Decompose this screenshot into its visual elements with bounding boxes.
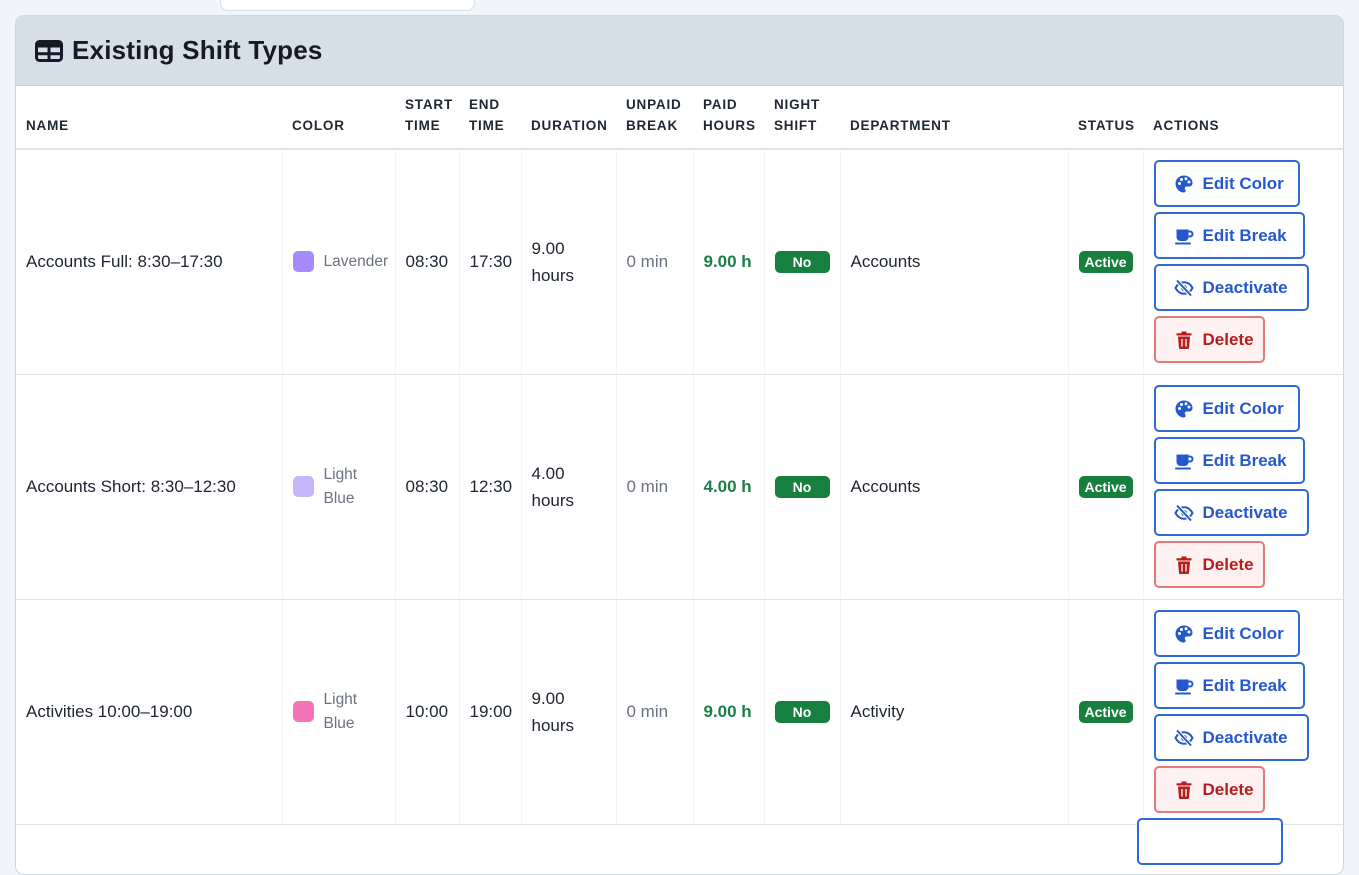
- palette-icon: [1175, 625, 1192, 642]
- edit-break-button[interactable]: Edit Break: [1153, 662, 1305, 709]
- deactivate-button[interactable]: Deactivate: [1153, 489, 1309, 536]
- duration: 9.00 hours: [521, 599, 617, 825]
- table-icon: [35, 39, 63, 62]
- department: Accounts: [840, 149, 1069, 375]
- unpaid-break: 0 min: [616, 149, 694, 375]
- col-name[interactable]: NAME: [16, 86, 282, 150]
- department: Activity: [840, 599, 1069, 825]
- edit-color-button[interactable]: Edit Color: [1153, 610, 1300, 657]
- night-shift-badge: No: [774, 250, 830, 273]
- night-shift-cell: No: [764, 374, 841, 600]
- edit-color-button[interactable]: Edit Color: [1153, 160, 1300, 208]
- color-cell: Light Blue: [282, 599, 396, 825]
- paid-hours: 9.00 h: [693, 599, 765, 825]
- delete-button[interactable]: Delete: [1153, 541, 1265, 588]
- start-time: 10:00: [395, 599, 460, 825]
- col-night-shift[interactable]: NIGHT SHIFT: [764, 86, 840, 150]
- trash-icon: [1176, 331, 1191, 349]
- status-cell: Active: [1068, 599, 1144, 825]
- col-department[interactable]: DEPARTMENT: [840, 86, 1068, 150]
- col-status[interactable]: STATUS: [1068, 86, 1143, 150]
- trash-icon: [1176, 556, 1191, 574]
- card-header: Existing Shift Types: [16, 16, 1343, 86]
- actions-cell: Edit Color Edit Break Deactivate Delete: [1143, 599, 1343, 825]
- paid-hours: 9.00 h: [693, 149, 765, 375]
- table-row: Accounts Full: 8:30–17:30 Lavender 08:30…: [16, 149, 1343, 375]
- eye-slash-icon: [1173, 728, 1194, 747]
- end-time: 17:30: [459, 149, 522, 375]
- night-shift-badge: No: [774, 700, 830, 723]
- status-cell: Active: [1068, 149, 1144, 375]
- top-tab-fragment: [220, 0, 475, 11]
- col-duration[interactable]: DURATION: [521, 86, 616, 150]
- shift-name: Activities 10:00–19:00: [16, 599, 283, 825]
- actions-cell: Edit Color Edit Break Deactivate Delete: [1143, 374, 1343, 600]
- shift-name: Accounts Short: 8:30–12:30: [16, 374, 283, 600]
- deactivate-button[interactable]: Deactivate: [1153, 264, 1309, 312]
- palette-icon: [1175, 400, 1192, 417]
- start-time: 08:30: [395, 149, 460, 375]
- edit-break-button[interactable]: Edit Break: [1153, 212, 1305, 260]
- coffee-cup-icon: [1174, 454, 1193, 469]
- night-shift-badge: No: [774, 475, 830, 498]
- table-row: Accounts Short: 8:30–12:30 Light Blue 08:…: [16, 374, 1343, 600]
- color-cell: Lavender: [282, 149, 396, 375]
- delete-button[interactable]: Delete: [1153, 316, 1265, 364]
- color-swatch: [292, 701, 314, 722]
- shift-types-table: NAME COLOR START TIME END TIME DURATION UN…: [16, 86, 1343, 825]
- unpaid-break: 0 min: [616, 599, 694, 825]
- color-name: Light Blue: [323, 465, 358, 507]
- col-unpaid-break[interactable]: UNPAID BREAK: [616, 86, 693, 150]
- color-swatch: [292, 476, 314, 497]
- edit-break-button[interactable]: Edit Break: [1153, 437, 1305, 484]
- color-swatch: [292, 251, 314, 273]
- status-badge: Active: [1078, 250, 1133, 273]
- coffee-cup-icon: [1174, 229, 1193, 245]
- edit-color-button-partial[interactable]: [1137, 818, 1283, 865]
- color-cell: Light Blue: [282, 374, 396, 600]
- end-time: 19:00: [459, 599, 522, 825]
- coffee-cup-icon: [1174, 679, 1193, 694]
- end-time: 12:30: [459, 374, 522, 600]
- duration: 4.00 hours: [521, 374, 617, 600]
- trash-icon: [1176, 781, 1191, 799]
- status-cell: Active: [1068, 374, 1144, 600]
- color-name: Light Blue: [323, 690, 358, 732]
- actions-cell: Edit Color Edit Break Deactivate Delete: [1143, 149, 1343, 375]
- status-badge: Active: [1078, 475, 1133, 498]
- col-actions: ACTIONS: [1143, 86, 1343, 150]
- col-paid-hours[interactable]: PAID HOURS: [693, 86, 764, 150]
- palette-icon: [1175, 175, 1192, 193]
- color-name: Lavender: [323, 252, 389, 270]
- eye-slash-icon: [1173, 503, 1194, 522]
- status-badge: Active: [1078, 700, 1133, 723]
- night-shift-cell: No: [764, 599, 841, 825]
- unpaid-break: 0 min: [616, 374, 694, 600]
- duration: 9.00 hours: [521, 149, 617, 375]
- delete-button[interactable]: Delete: [1153, 766, 1265, 813]
- table-header-row: NAME COLOR START TIME END TIME DURATION UN…: [16, 86, 1343, 150]
- col-start-time[interactable]: START TIME: [395, 86, 459, 150]
- deactivate-button[interactable]: Deactivate: [1153, 714, 1309, 761]
- eye-slash-icon: [1173, 278, 1194, 297]
- col-end-time[interactable]: END TIME: [459, 86, 521, 150]
- paid-hours: 4.00 h: [693, 374, 765, 600]
- start-time: 08:30: [395, 374, 460, 600]
- shift-types-card: Existing Shift Types NAME COLOR START TIM…: [15, 15, 1344, 875]
- col-color[interactable]: COLOR: [282, 86, 395, 150]
- edit-color-button[interactable]: Edit Color: [1153, 385, 1300, 432]
- card-title: Existing Shift Types: [72, 35, 323, 65]
- night-shift-cell: No: [764, 149, 841, 375]
- table-row: Activities 10:00–19:00 Light Blue 10:00 1…: [16, 599, 1343, 825]
- shift-name: Accounts Full: 8:30–17:30: [16, 149, 283, 375]
- department: Accounts: [840, 374, 1069, 600]
